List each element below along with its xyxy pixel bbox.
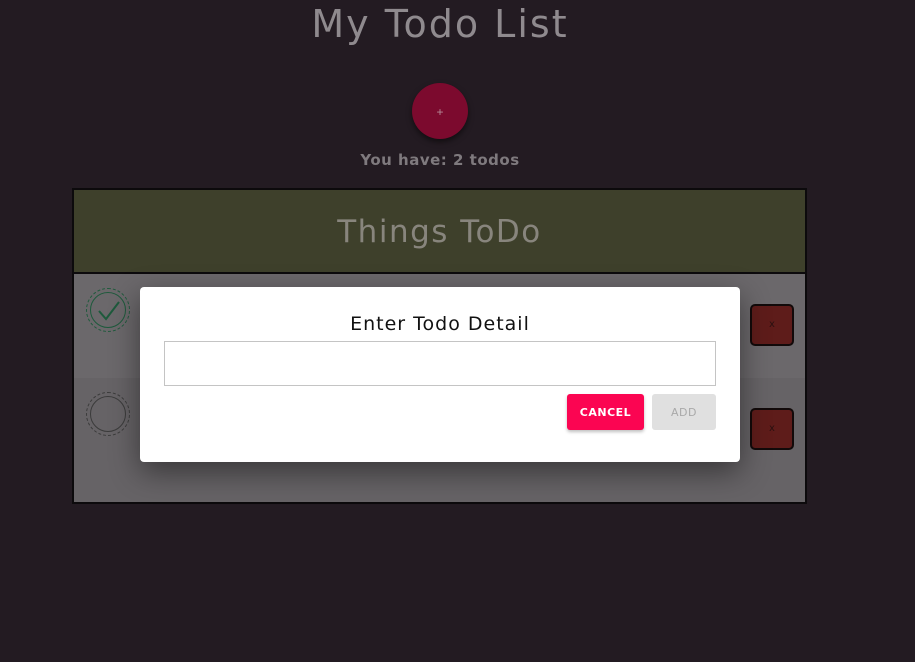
delete-button[interactable]: x (750, 408, 794, 450)
todo-count: You have: 2 todos (360, 151, 520, 169)
delete-button[interactable]: x (750, 304, 794, 346)
cancel-button[interactable]: CANCEL (567, 394, 644, 430)
list-header: Things ToDo (74, 190, 805, 274)
add-todo-button[interactable]: + (412, 83, 468, 139)
add-todo-dialog: Enter Todo Detail CANCEL ADD (140, 287, 740, 462)
complete-toggle[interactable] (86, 288, 130, 332)
dialog-title: Enter Todo Detail (350, 313, 530, 335)
add-button[interactable]: ADD (652, 394, 716, 430)
page-title: My Todo List (311, 2, 569, 46)
complete-toggle[interactable] (86, 392, 130, 436)
todo-detail-input[interactable] (164, 341, 716, 386)
checkmark-icon (98, 301, 120, 321)
